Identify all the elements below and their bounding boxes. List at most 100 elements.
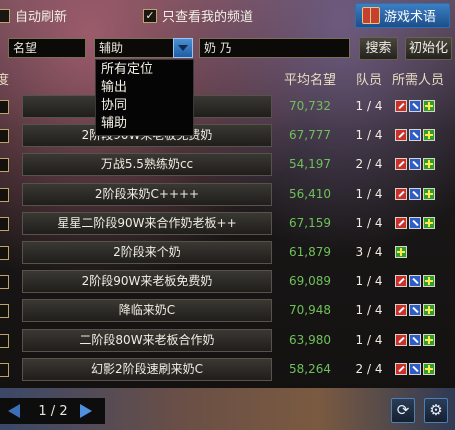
healer-role-icon: [423, 158, 435, 171]
required-roles: [395, 158, 435, 171]
auto-refresh-checkbox[interactable]: 自动刷新: [0, 6, 67, 25]
party-row[interactable]: 降临来奶C 70,948 1 / 4: [0, 298, 455, 323]
mage-role-icon: [409, 304, 421, 317]
required-roles: [395, 129, 435, 142]
mage-role-icon: [409, 158, 421, 171]
attacker-role-icon: [395, 129, 407, 142]
role-select[interactable]: 辅助: [94, 38, 174, 58]
game-terms-button[interactable]: 游戏术语: [355, 3, 450, 28]
keyword-input[interactable]: 奶 乃: [199, 38, 350, 58]
header-required-roles[interactable]: 所需人员: [392, 70, 444, 92]
mage-role-icon: [409, 362, 421, 375]
healer-role-icon: [423, 275, 435, 288]
book-icon: [362, 7, 380, 24]
mage-role-icon: [409, 100, 421, 112]
party-title[interactable]: 降临来奶C: [22, 299, 272, 323]
party-row[interactable]: 2阶段来奶C++++ 56,410 1 / 4: [0, 182, 455, 207]
party-row[interactable]: 星星二阶段90W来合作奶老板++ 67,159 1 / 4: [0, 211, 455, 236]
avg-fame-value: 67,159: [289, 215, 331, 230]
healer-role-icon: [395, 246, 407, 258]
checkmark-icon[interactable]: ✓: [143, 8, 157, 23]
avg-fame-value: 67,777: [289, 128, 331, 143]
party-title[interactable]: 2阶段90W来老板免费奶: [22, 270, 272, 294]
reset-button[interactable]: 初始化: [405, 37, 452, 60]
role-option-all[interactable]: 所有定位: [96, 61, 193, 79]
required-roles: [395, 275, 435, 288]
prev-page-icon[interactable]: [8, 404, 20, 418]
refresh-icon: ⟳: [396, 401, 410, 419]
required-roles: [395, 100, 435, 112]
page-indicator: 1 / 2: [38, 404, 68, 419]
party-row[interactable]: 幻影2阶段速刷来奶C 58,264 2 / 4: [0, 357, 455, 382]
search-button[interactable]: 搜索: [359, 37, 398, 60]
role-option-support[interactable]: 辅助: [96, 115, 193, 133]
member-count: 1 / 4: [355, 128, 383, 143]
required-roles: [395, 187, 435, 200]
required-roles: [395, 362, 435, 375]
role-option-synergy[interactable]: 协同: [96, 97, 193, 115]
header-col0[interactable]: 度: [0, 70, 9, 92]
required-roles: [395, 216, 435, 229]
member-count: 2 / 4: [355, 361, 383, 376]
avg-fame-value: 70,948: [289, 303, 331, 318]
party-title[interactable]: 2阶段来奶C++++: [22, 182, 272, 206]
member-count: 2 / 4: [355, 157, 383, 172]
row-checkbox[interactable]: [0, 129, 9, 144]
role-select-value: 辅助: [99, 41, 124, 55]
checkbox-box[interactable]: [0, 8, 10, 23]
party-title[interactable]: 幻影2阶段速刷来奶C: [22, 357, 272, 381]
row-checkbox[interactable]: [0, 362, 9, 377]
avg-fame-value: 63,980: [289, 332, 331, 347]
party-title[interactable]: 星星二阶段90W来合作奶老板++: [22, 211, 272, 235]
party-row[interactable]: 降临来奶C70,7321 / 4: [0, 94, 455, 119]
search-type-value: 名望: [13, 41, 38, 55]
avg-fame-value: 70,732: [289, 99, 331, 113]
member-count: 1 / 4: [355, 303, 383, 318]
row-checkbox[interactable]: [0, 304, 9, 319]
mage-role-icon: [409, 216, 421, 229]
healer-role-icon: [423, 216, 435, 229]
mage-role-icon: [409, 333, 421, 346]
attacker-role-icon: [395, 100, 407, 112]
next-page-icon[interactable]: [80, 404, 92, 418]
settings-button[interactable]: ⚙: [424, 398, 448, 423]
keyword-input-value: 奶 乃: [204, 41, 232, 55]
party-title[interactable]: 二阶段80W来老板合作奶: [22, 328, 272, 352]
attacker-role-icon: [395, 304, 407, 317]
party-row[interactable]: 2阶段90W来老板免费奶67,7771 / 4: [0, 123, 455, 148]
healer-role-icon: [423, 187, 435, 200]
attacker-role-icon: [395, 333, 407, 346]
required-roles: [395, 304, 435, 317]
party-title[interactable]: 万战5.5熟练奶cc: [22, 153, 272, 177]
party-row[interactable]: 2阶段90W来老板免费奶 69,089 1 / 4: [0, 269, 455, 294]
search-type-select[interactable]: 名望: [8, 38, 86, 58]
row-checkbox[interactable]: [0, 333, 9, 348]
auto-refresh-label: 自动刷新: [15, 10, 68, 25]
refresh-button[interactable]: ⟳: [391, 398, 415, 423]
healer-role-icon: [423, 362, 435, 375]
header-members[interactable]: 队员: [348, 70, 390, 92]
party-row[interactable]: 2阶段来个奶 61,879 3 / 4: [0, 240, 455, 265]
mage-role-icon: [409, 275, 421, 288]
attacker-role-icon: [395, 275, 407, 288]
avg-fame-value: 69,089: [289, 274, 331, 289]
row-checkbox[interactable]: [0, 100, 9, 114]
row-checkbox[interactable]: [0, 246, 9, 260]
mage-role-icon: [409, 129, 421, 142]
attacker-role-icon: [395, 362, 407, 375]
role-option-dps[interactable]: 输出: [96, 79, 193, 97]
party-title[interactable]: 2阶段来个奶: [22, 241, 272, 264]
healer-role-icon: [423, 129, 435, 142]
header-avg-fame[interactable]: 平均名望: [274, 70, 346, 92]
gear-icon: ⚙: [429, 401, 443, 419]
row-checkbox[interactable]: [0, 216, 9, 231]
party-row[interactable]: 万战5.5熟练奶cc 54,197 2 / 4: [0, 152, 455, 177]
row-checkbox[interactable]: [0, 187, 9, 202]
my-channel-checkbox[interactable]: ✓ 只查看我的频道: [143, 6, 253, 25]
dropdown-arrow-icon[interactable]: [173, 38, 193, 58]
party-row[interactable]: 二阶段80W来老板合作奶 63,980 1 / 4: [0, 328, 455, 353]
row-checkbox[interactable]: [0, 275, 9, 290]
healer-role-icon: [423, 100, 435, 112]
required-roles: [395, 333, 435, 346]
row-checkbox[interactable]: [0, 158, 9, 173]
